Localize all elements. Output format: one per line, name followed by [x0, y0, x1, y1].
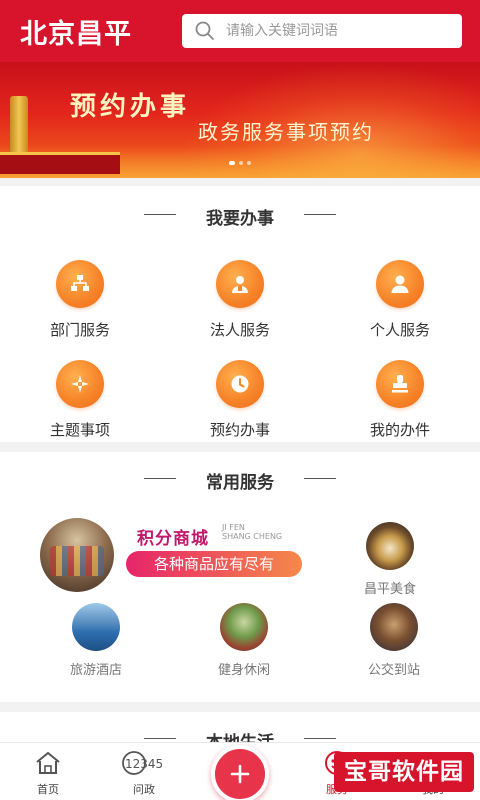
section-common-title: 常用服务 — [0, 468, 480, 493]
banner-subtitle: 政务服务事项预约 — [198, 120, 374, 144]
department-icon — [56, 260, 104, 308]
service-topic[interactable]: 主题事项 — [0, 360, 160, 440]
service-personal[interactable]: 个人服务 — [320, 260, 480, 340]
person-icon — [376, 260, 424, 308]
service-label: 健身休闲 — [217, 663, 270, 678]
service-label: 个人服务 — [369, 321, 430, 339]
tab-label: 首页 — [37, 783, 59, 796]
service-label: 法人服务 — [209, 321, 270, 339]
mall-photo — [40, 518, 114, 592]
carousel-indicator — [229, 161, 251, 165]
section-office-title: 我要办事 — [0, 204, 480, 229]
points-mall-card[interactable]: 积分商城 JI FEN SHANG CHENG 各种商品应有尽有 — [22, 510, 318, 592]
section-office: 我要办事 部门服务 法人服务 个人服务 主题事项 预约办事 我的办件 — [0, 186, 480, 442]
watermark: 宝哥软件园 — [334, 752, 474, 792]
home-icon — [13, 749, 83, 777]
carousel-dot — [239, 161, 243, 165]
service-legal-person[interactable]: 法人服务 — [160, 260, 320, 340]
service-label: 预约办事 — [209, 421, 270, 439]
service-label: 部门服务 — [49, 321, 110, 339]
search-input[interactable] — [226, 23, 446, 39]
search-bar[interactable] — [182, 14, 462, 48]
hotline-number: 12345 — [125, 757, 163, 771]
service-fitness[interactable]: 健身休闲 — [184, 603, 304, 678]
app-logo: 北京昌平 — [20, 18, 132, 50]
clock-icon — [216, 360, 264, 408]
topic-icon — [56, 360, 104, 408]
mall-title: 积分商城 — [137, 529, 209, 549]
tab-inquiry[interactable]: 12345 问政 — [109, 749, 179, 797]
service-label: 公交到站 — [367, 663, 420, 678]
food-photo — [366, 522, 414, 570]
mall-pinyin: JI FEN SHANG CHENG — [222, 523, 282, 541]
mall-pinyin-line2: SHANG CHENG — [222, 532, 283, 541]
mall-badge: 各种商品应有尽有 — [126, 551, 302, 577]
banner-building-graphic — [0, 152, 120, 174]
carousel-dot — [247, 161, 251, 165]
service-appointment[interactable]: 预约办事 — [160, 360, 320, 440]
legal-person-icon — [216, 260, 264, 308]
hotline-12345-icon: 12345 — [109, 749, 179, 777]
service-hotel[interactable]: 旅游酒店 — [36, 603, 156, 678]
service-department[interactable]: 部门服务 — [0, 260, 160, 340]
banner-title: 预约办事 — [70, 92, 191, 122]
plus-icon — [230, 764, 250, 784]
top-header: 北京昌平 — [0, 0, 480, 62]
service-bus[interactable]: 公交到站 — [334, 603, 454, 678]
tab-home[interactable]: 首页 — [13, 749, 83, 797]
service-label: 旅游酒店 — [69, 663, 122, 678]
bus-photo — [370, 603, 418, 651]
tab-label: 问政 — [133, 783, 155, 796]
search-icon — [195, 21, 214, 40]
carousel-dot-active — [229, 161, 235, 165]
service-label: 昌平美食 — [363, 582, 416, 597]
add-button[interactable] — [211, 745, 269, 800]
service-food[interactable]: 昌平美食 — [330, 522, 450, 597]
service-label: 我的办件 — [369, 421, 430, 439]
stamp-icon — [376, 360, 424, 408]
service-my-cases[interactable]: 我的办件 — [320, 360, 480, 440]
mall-pinyin-line1: JI FEN — [222, 523, 245, 532]
hotel-photo — [72, 603, 120, 651]
fitness-photo — [220, 603, 268, 651]
service-label: 主题事项 — [49, 421, 110, 439]
